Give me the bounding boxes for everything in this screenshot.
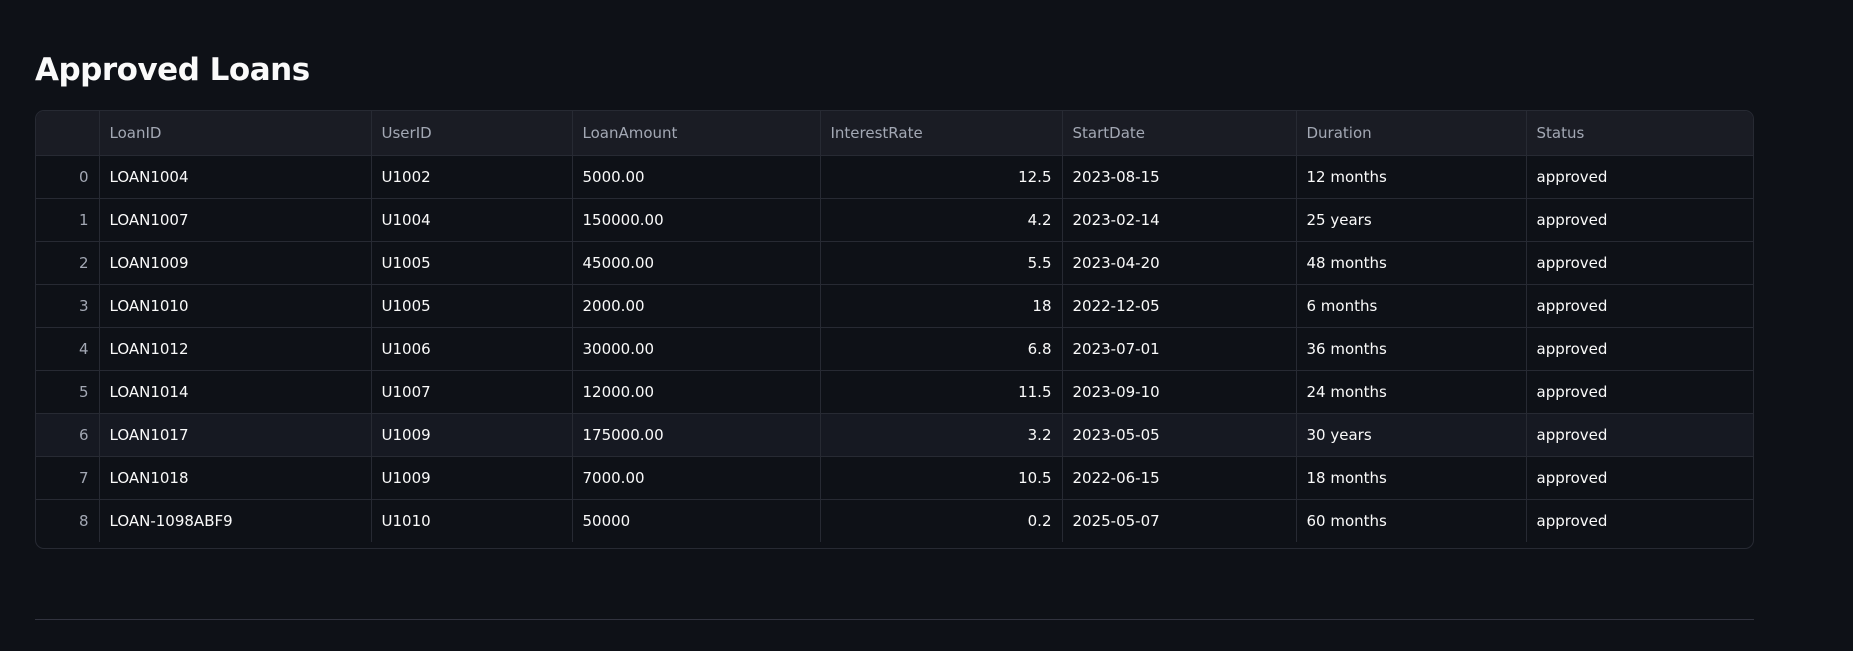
cell-interestrate[interactable]: 12.5 <box>820 155 1063 199</box>
cell-loanid[interactable]: LOAN-1098ABF9 <box>99 499 372 542</box>
cell-interestrate[interactable]: 18 <box>820 284 1063 328</box>
cell-duration[interactable]: 12 months <box>1296 155 1527 199</box>
cell-status[interactable]: approved <box>1526 155 1753 199</box>
table-row: 4 LOAN1012 U1006 30000.00 6.8 2023-07-01… <box>36 327 1753 371</box>
column-header-startdate[interactable]: StartDate <box>1062 111 1297 156</box>
cell-userid[interactable]: U1010 <box>371 499 573 542</box>
cell-startdate[interactable]: 2023-02-14 <box>1062 198 1297 242</box>
cell-status[interactable]: approved <box>1526 241 1753 285</box>
table-row: 2 LOAN1009 U1005 45000.00 5.5 2023-04-20… <box>36 241 1753 285</box>
column-header-index[interactable] <box>36 111 100 156</box>
cell-userid[interactable]: U1004 <box>371 198 573 242</box>
cell-userid[interactable]: U1005 <box>371 284 573 328</box>
header-row: LoanID UserID LoanAmount InterestRate St… <box>36 111 1753 156</box>
table-row: 5 LOAN1014 U1007 12000.00 11.5 2023-09-1… <box>36 370 1753 414</box>
cell-loanamount[interactable]: 45000.00 <box>572 241 821 285</box>
cell-status[interactable]: approved <box>1526 413 1753 457</box>
cell-userid[interactable]: U1007 <box>371 370 573 414</box>
column-header-interestrate[interactable]: InterestRate <box>820 111 1063 156</box>
cell-loanamount[interactable]: 2000.00 <box>572 284 821 328</box>
cell-startdate[interactable]: 2022-12-05 <box>1062 284 1297 328</box>
cell-startdate[interactable]: 2023-04-20 <box>1062 241 1297 285</box>
cell-loanid[interactable]: LOAN1017 <box>99 413 372 457</box>
cell-interestrate[interactable]: 3.2 <box>820 413 1063 457</box>
cell-startdate[interactable]: 2025-05-07 <box>1062 499 1297 542</box>
cell-userid[interactable]: U1009 <box>371 413 573 457</box>
column-header-userid[interactable]: UserID <box>371 111 573 156</box>
cell-duration[interactable]: 24 months <box>1296 370 1527 414</box>
cell-interestrate[interactable]: 6.8 <box>820 327 1063 371</box>
row-index: 7 <box>36 456 100 500</box>
table-row-hovered: 6 LOAN1017 U1009 175000.00 3.2 2023-05-0… <box>36 413 1753 457</box>
cell-userid[interactable]: U1002 <box>371 155 573 199</box>
dataframe[interactable]: LoanID UserID LoanAmount InterestRate St… <box>35 110 1754 549</box>
cell-duration[interactable]: 30 years <box>1296 413 1527 457</box>
cell-loanid[interactable]: LOAN1004 <box>99 155 372 199</box>
divider <box>35 619 1754 620</box>
cell-loanid[interactable]: LOAN1014 <box>99 370 372 414</box>
column-header-loanamount[interactable]: LoanAmount <box>572 111 821 156</box>
cell-loanamount[interactable]: 50000 <box>572 499 821 542</box>
cell-startdate[interactable]: 2023-08-15 <box>1062 155 1297 199</box>
cell-startdate[interactable]: 2023-07-01 <box>1062 327 1297 371</box>
row-index: 4 <box>36 327 100 371</box>
cell-duration[interactable]: 25 years <box>1296 198 1527 242</box>
row-index: 5 <box>36 370 100 414</box>
cell-loanamount[interactable]: 30000.00 <box>572 327 821 371</box>
row-index: 1 <box>36 198 100 242</box>
cell-status[interactable]: approved <box>1526 370 1753 414</box>
cell-status[interactable]: approved <box>1526 499 1753 542</box>
cell-loanamount[interactable]: 7000.00 <box>572 456 821 500</box>
table-row: 7 LOAN1018 U1009 7000.00 10.5 2022-06-15… <box>36 456 1753 500</box>
cell-startdate[interactable]: 2023-05-05 <box>1062 413 1297 457</box>
column-header-status[interactable]: Status <box>1526 111 1753 156</box>
app-page: Approved Loans LoanID UserID LoanAmount <box>0 0 1853 651</box>
row-index: 2 <box>36 241 100 285</box>
page-title: Approved Loans <box>35 52 310 88</box>
cell-loanamount[interactable]: 5000.00 <box>572 155 821 199</box>
cell-loanid[interactable]: LOAN1012 <box>99 327 372 371</box>
cell-loanamount[interactable]: 175000.00 <box>572 413 821 457</box>
cell-loanid[interactable]: LOAN1018 <box>99 456 372 500</box>
table-row: 1 LOAN1007 U1004 150000.00 4.2 2023-02-1… <box>36 198 1753 242</box>
cell-interestrate[interactable]: 11.5 <box>820 370 1063 414</box>
cell-duration[interactable]: 6 months <box>1296 284 1527 328</box>
cell-duration[interactable]: 60 months <box>1296 499 1527 542</box>
cell-duration[interactable]: 36 months <box>1296 327 1527 371</box>
cell-status[interactable]: approved <box>1526 456 1753 500</box>
cell-interestrate[interactable]: 0.2 <box>820 499 1063 542</box>
cell-userid[interactable]: U1005 <box>371 241 573 285</box>
cell-duration[interactable]: 18 months <box>1296 456 1527 500</box>
cell-interestrate[interactable]: 5.5 <box>820 241 1063 285</box>
column-header-duration[interactable]: Duration <box>1296 111 1527 156</box>
cell-userid[interactable]: U1006 <box>371 327 573 371</box>
table-row: 3 LOAN1010 U1005 2000.00 18 2022-12-05 6… <box>36 284 1753 328</box>
cell-loanid[interactable]: LOAN1010 <box>99 284 372 328</box>
row-index: 8 <box>36 499 100 542</box>
loans-table: LoanID UserID LoanAmount InterestRate St… <box>36 111 1753 542</box>
cell-status[interactable]: approved <box>1526 198 1753 242</box>
cell-interestrate[interactable]: 10.5 <box>820 456 1063 500</box>
cell-startdate[interactable]: 2022-06-15 <box>1062 456 1297 500</box>
row-index: 6 <box>36 413 100 457</box>
row-index: 3 <box>36 284 100 328</box>
cell-startdate[interactable]: 2023-09-10 <box>1062 370 1297 414</box>
cell-userid[interactable]: U1009 <box>371 456 573 500</box>
column-header-loanid[interactable]: LoanID <box>99 111 372 156</box>
cell-loanid[interactable]: LOAN1009 <box>99 241 372 285</box>
cell-loanamount[interactable]: 12000.00 <box>572 370 821 414</box>
row-index: 0 <box>36 155 100 199</box>
table-row: 0 LOAN1004 U1002 5000.00 12.5 2023-08-15… <box>36 155 1753 199</box>
cell-status[interactable]: approved <box>1526 284 1753 328</box>
table-row: 8 LOAN-1098ABF9 U1010 50000 0.2 2025-05-… <box>36 499 1753 542</box>
cell-interestrate[interactable]: 4.2 <box>820 198 1063 242</box>
cell-duration[interactable]: 48 months <box>1296 241 1527 285</box>
cell-loanid[interactable]: LOAN1007 <box>99 198 372 242</box>
cell-loanamount[interactable]: 150000.00 <box>572 198 821 242</box>
cell-status[interactable]: approved <box>1526 327 1753 371</box>
